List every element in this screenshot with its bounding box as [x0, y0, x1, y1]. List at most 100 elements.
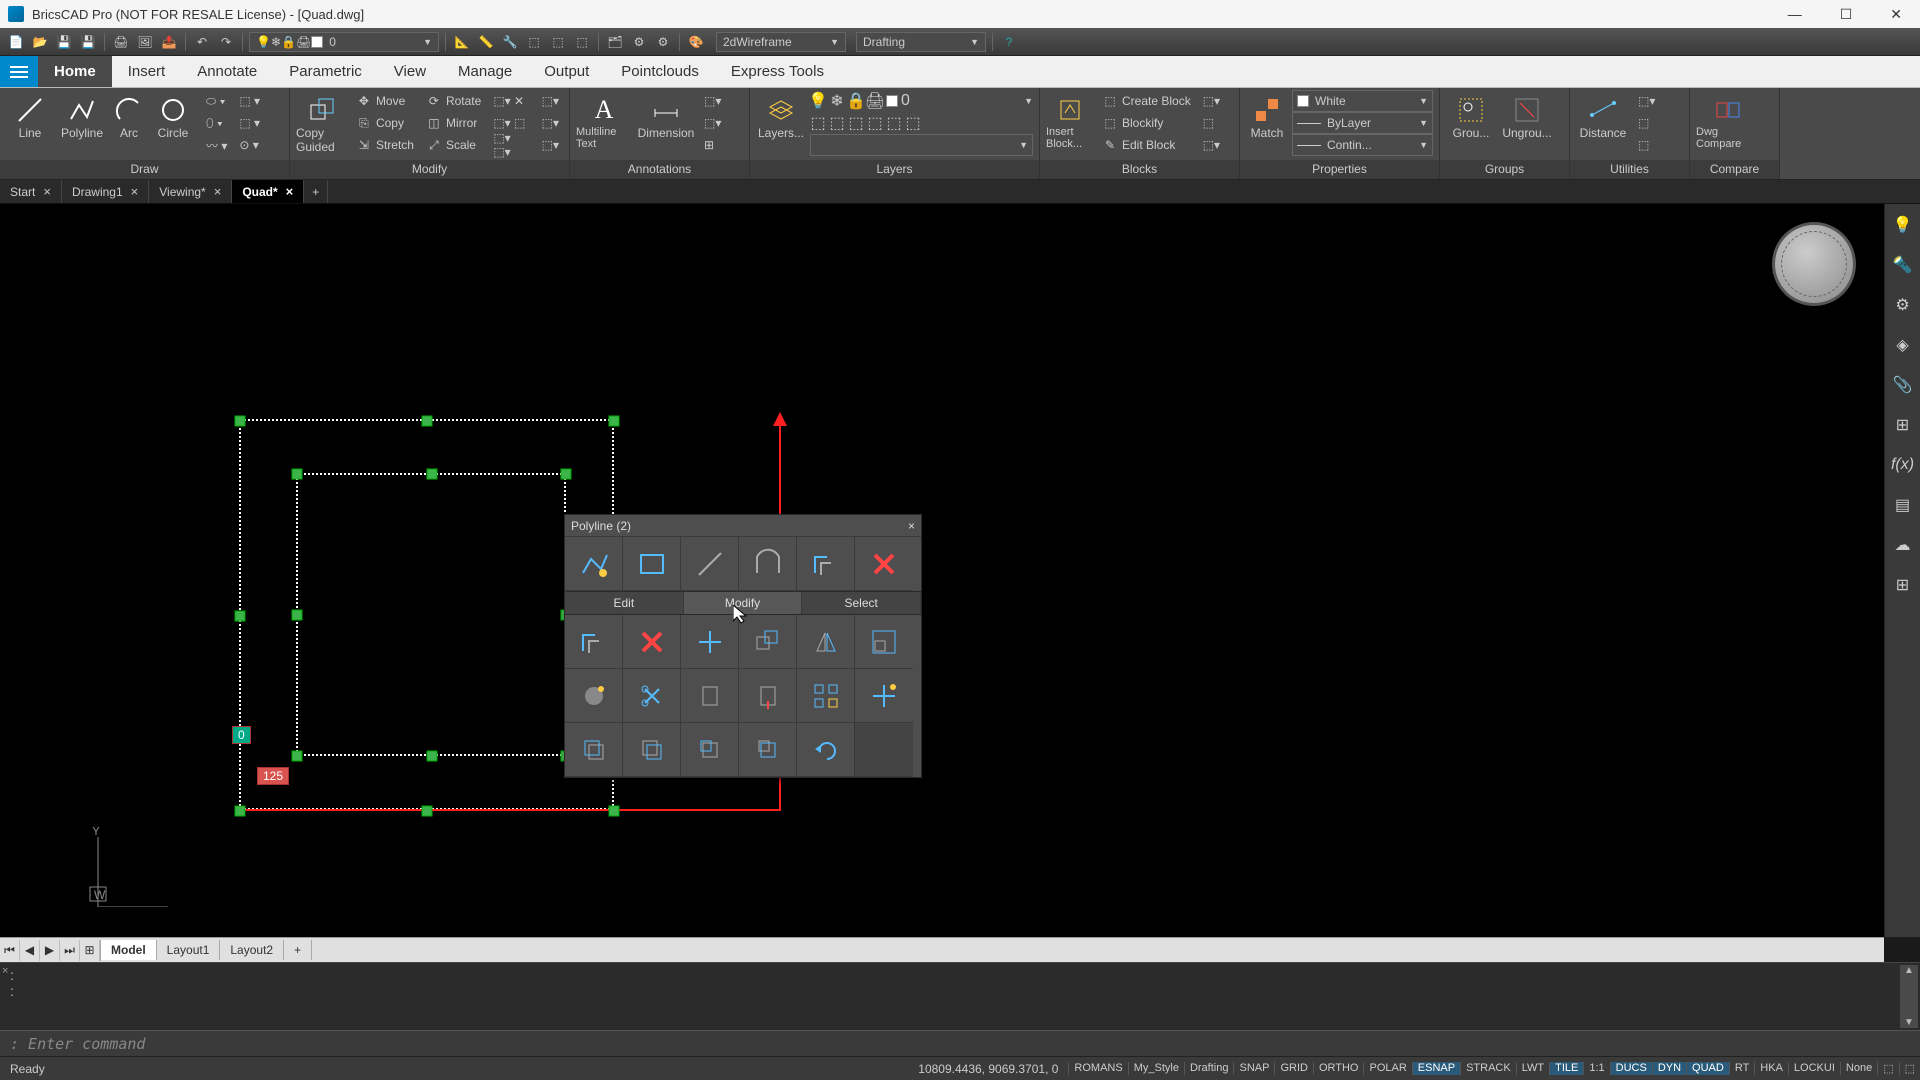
dwg-compare-button[interactable]: Dwg Compare — [1696, 90, 1760, 150]
close-button[interactable]: ✕ — [1880, 4, 1912, 25]
grip[interactable] — [235, 611, 246, 622]
quad-close-button[interactable]: × — [908, 519, 915, 533]
linetype-dropdown[interactable]: ByLayer▼ — [1292, 112, 1433, 134]
quad-arcpoly-button[interactable] — [739, 537, 797, 591]
quad-modify-scale-button[interactable] — [855, 615, 913, 669]
modify-extra6-button[interactable]: ⬚▾ — [538, 134, 563, 156]
layout-2-tab[interactable]: Layout2 — [220, 940, 284, 960]
doc-tab-quad[interactable]: Quad*× — [232, 180, 304, 203]
close-tab-icon[interactable]: × — [131, 184, 139, 199]
mirror-button[interactable]: ◫Mirror — [422, 112, 485, 134]
layers-button[interactable]: Layers... — [756, 90, 806, 140]
qat-save-icon[interactable]: 💾 — [54, 32, 74, 52]
layout-nav-next[interactable]: ▶ — [40, 940, 60, 961]
qat-tool2-icon[interactable]: 📏 — [476, 32, 496, 52]
lights-panel-icon[interactable]: 🔦 — [1892, 254, 1914, 276]
layers-panel-icon[interactable]: ◈ — [1892, 334, 1914, 356]
block-extra2-button[interactable]: ⬚ — [1199, 112, 1224, 134]
tab-pointclouds[interactable]: Pointclouds — [605, 56, 715, 87]
close-tab-icon[interactable]: × — [43, 184, 51, 199]
toggle-tile[interactable]: TILE — [1549, 1062, 1583, 1075]
layout-nav-grid[interactable]: ⊞ — [80, 940, 100, 961]
quad-offset-button[interactable] — [797, 537, 855, 591]
quad-modify-move-button[interactable] — [681, 615, 739, 669]
tab-parametric[interactable]: Parametric — [273, 56, 378, 87]
layer-t4-icon[interactable]: ⬚ — [867, 115, 883, 131]
layout-nav-prev[interactable]: ◀ — [20, 940, 40, 961]
circle-button[interactable]: Circle — [152, 90, 194, 140]
layer-quick-dropdown[interactable]: 💡❄🔒🖨 0 ▼ — [249, 32, 439, 52]
draw-extra2-button[interactable]: ⬯ ▾ — [202, 112, 231, 134]
layer-on-icon[interactable]: 💡 — [810, 93, 826, 109]
status-annoscale[interactable]: None — [1840, 1062, 1877, 1075]
copy-guided-button[interactable]: Copy Guided — [296, 90, 348, 154]
tab-insert[interactable]: Insert — [112, 56, 182, 87]
qat-tool7-icon[interactable]: 🗂 — [605, 32, 625, 52]
layout-nav-first[interactable]: ⏮ — [0, 940, 20, 961]
visual-style-dropdown[interactable]: 2dWireframe ▼ — [716, 32, 846, 52]
layer-freeze-icon[interactable]: ❄ — [829, 93, 845, 109]
quad-modify-mirror-button[interactable] — [797, 615, 855, 669]
blockify-button[interactable]: ⬚Blockify — [1098, 112, 1195, 134]
quad-modify-paste-button[interactable] — [681, 669, 739, 723]
toggle-strack[interactable]: STRACK — [1460, 1062, 1516, 1075]
quad-edit-polyline-button[interactable] — [565, 537, 623, 591]
quad-tab-modify[interactable]: Modify — [684, 592, 803, 614]
layer-t6-icon[interactable]: ⬚ — [905, 115, 921, 131]
qat-tool9-icon[interactable]: ⚙ — [653, 32, 673, 52]
grip[interactable] — [427, 751, 438, 762]
cmd-scrollbar[interactable]: ▲▼ — [1900, 965, 1918, 1028]
quad-modify-offset-button[interactable] — [565, 615, 623, 669]
doc-tab-viewing[interactable]: Viewing*× — [149, 180, 232, 203]
qat-tool5-icon[interactable]: ⬚ — [548, 32, 568, 52]
qat-render-icon[interactable]: 🎨 — [686, 32, 706, 52]
command-history[interactable]: : : ▲▼ — [0, 963, 1920, 1030]
draw-extra6-button[interactable]: ⊙ ▾ — [235, 134, 264, 156]
grip[interactable] — [422, 416, 433, 427]
tab-annotate[interactable]: Annotate — [181, 56, 273, 87]
structure-panel-icon[interactable]: ⊞ — [1892, 414, 1914, 436]
qat-tool4-icon[interactable]: ⬚ — [524, 32, 544, 52]
match-button[interactable]: Match — [1246, 90, 1288, 140]
status-scale[interactable]: 1:1 — [1583, 1062, 1609, 1075]
layout-nav-last[interactable]: ⏭ — [60, 940, 80, 961]
maximize-button[interactable]: ☐ — [1830, 4, 1863, 25]
stretch-button[interactable]: ⇲Stretch — [352, 134, 418, 156]
draw-extra4-button[interactable]: ⬚ ▾ — [235, 90, 264, 112]
grip[interactable] — [235, 806, 246, 817]
quad-modify-above-button[interactable] — [681, 723, 739, 777]
status-extra-icon[interactable]: ⬚ — [1877, 1062, 1898, 1075]
layer-t5-icon[interactable]: ⬚ — [886, 115, 902, 131]
grip[interactable] — [427, 469, 438, 480]
modify-extra1-button[interactable]: ⬚▾ ✕ — [489, 90, 533, 112]
status-workspace[interactable]: Drafting — [1184, 1062, 1234, 1075]
color-dropdown[interactable]: White▼ — [1292, 90, 1433, 112]
layer-t1-icon[interactable]: ⬚ — [810, 115, 826, 131]
layer-plot-icon[interactable]: 🖨 — [867, 93, 883, 109]
layer-filter-dropdown[interactable]: ▼ — [810, 134, 1033, 156]
layout-model-tab[interactable]: Model — [101, 940, 157, 960]
line-red-horizontal[interactable] — [236, 809, 781, 811]
anno-extra2-button[interactable]: ⬚▾ — [700, 112, 725, 134]
tab-output[interactable]: Output — [528, 56, 605, 87]
quad-modify-solid-button[interactable] — [565, 669, 623, 723]
qat-print-icon[interactable]: 🖨 — [111, 32, 131, 52]
polyline-button[interactable]: Polyline — [58, 90, 106, 140]
qat-preview-icon[interactable]: 🖼 — [135, 32, 155, 52]
toggle-polar[interactable]: POLAR — [1363, 1062, 1411, 1075]
add-tab-button[interactable]: + — [304, 180, 328, 203]
draw-extra3-button[interactable]: 〰 ▾ — [202, 134, 231, 156]
draw-extra1-button[interactable]: ⬭ ▾ — [202, 90, 231, 112]
modify-extra4-button[interactable]: ⬚▾ — [538, 90, 563, 112]
quad-modify-rotate-button[interactable] — [797, 723, 855, 777]
status-extra-icon2[interactable]: ⬚ — [1899, 1062, 1920, 1075]
qat-help-icon[interactable]: ? — [999, 32, 1019, 52]
mtext-button[interactable]: AMultiline Text — [576, 90, 632, 150]
qat-open-icon[interactable]: 📂 — [30, 32, 50, 52]
util-extra3-button[interactable]: ⬚ — [1634, 134, 1659, 156]
doc-tab-start[interactable]: Start× — [0, 180, 62, 203]
layer-lock-icon[interactable]: 🔒 — [848, 93, 864, 109]
qat-publish-icon[interactable]: 📤 — [159, 32, 179, 52]
quad-delete-button[interactable] — [855, 537, 913, 591]
toggle-dyn[interactable]: DYN — [1652, 1062, 1686, 1075]
